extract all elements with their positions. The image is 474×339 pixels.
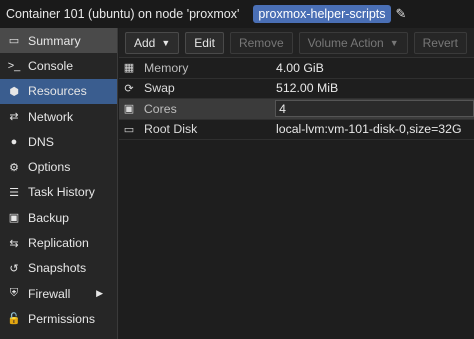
sidebar-item-network[interactable]: ⇄ Network xyxy=(0,104,117,129)
sidebar-item-resources[interactable]: ⬢ Resources xyxy=(0,78,117,104)
row-name: Root Disk xyxy=(144,122,198,137)
unlock-icon: 🔓 xyxy=(7,313,21,326)
sidebar-item-label: Console xyxy=(28,58,74,73)
revert-button[interactable]: Revert xyxy=(413,31,467,54)
table-row-memory[interactable]: ▦ Memory 4.00 GiB xyxy=(119,58,474,79)
volume-action-button[interactable]: Volume Action ▼ xyxy=(298,31,408,54)
sidebar-item-label: Summary xyxy=(28,33,81,48)
sidebar-item-label: Resources xyxy=(28,84,87,99)
row-name: Swap xyxy=(144,81,175,96)
sidebar-item-label: Task History xyxy=(28,185,95,200)
sidebar-item-label: Snapshots xyxy=(28,261,87,276)
list-icon: ☰ xyxy=(9,186,19,199)
globe-icon: ● xyxy=(10,135,18,148)
row-name: Cores xyxy=(143,101,177,116)
console-icon: >_ xyxy=(7,59,21,72)
sidebar-item-backup[interactable]: ▣ Backup xyxy=(0,205,117,230)
memory-icon: ▦ xyxy=(123,62,135,75)
sidebar-item-permissions[interactable]: 🔓 Permissions xyxy=(0,306,117,331)
table-row-swap[interactable]: ⟳ Swap 512.00 MiB xyxy=(119,79,474,99)
history-icon: ↺ xyxy=(9,262,19,275)
row-value: local-lvm:vm-101-disk-0,size=32G xyxy=(276,122,462,137)
sidebar-item-replication[interactable]: ⇆ Replication xyxy=(0,230,117,255)
volume-action-label: Volume Action xyxy=(307,35,384,50)
add-button[interactable]: Add ▼ xyxy=(125,31,180,54)
sidebar-item-label: DNS xyxy=(28,134,54,149)
refresh-icon: ⟳ xyxy=(124,82,134,95)
sidebar-item-label: Network xyxy=(28,109,74,124)
title-bar: Container 101 (ubuntu) on node 'proxmox'… xyxy=(0,0,474,28)
table-row-root-disk[interactable]: ▭ Root Disk local-lvm:vm-101-disk-0,size… xyxy=(119,120,474,140)
edit-button[interactable]: Edit xyxy=(185,31,224,54)
tag-badge[interactable]: proxmox-helper-scripts xyxy=(253,5,391,23)
row-value: 512.00 MiB xyxy=(276,81,339,96)
sidebar-item-label: Backup xyxy=(28,210,70,225)
network-icon: ⇄ xyxy=(9,111,19,124)
toolbar: Add ▼ Edit Remove Volume Action ▼ Revert xyxy=(119,28,474,58)
cube-icon: ⬢ xyxy=(9,85,19,98)
pencil-icon[interactable]: ✎ xyxy=(396,6,407,22)
summary-icon: ▭ xyxy=(8,35,20,48)
sidebar-item-task-history[interactable]: ☰ Task History xyxy=(0,180,117,205)
page-title: Container 101 (ubuntu) on node 'proxmox' xyxy=(6,7,240,21)
gear-icon: ⚙ xyxy=(9,161,19,174)
table-row-cores[interactable]: ▣ Cores 4 xyxy=(119,99,474,120)
remove-button[interactable]: Remove xyxy=(229,31,293,54)
sidebar-item-options[interactable]: ⚙ Options xyxy=(0,154,117,179)
row-name: Memory xyxy=(144,60,189,75)
cpu-icon: ▣ xyxy=(123,103,135,116)
save-icon: ▣ xyxy=(8,212,20,225)
add-button-label: Add xyxy=(134,35,156,50)
retweet-icon: ⇆ xyxy=(9,237,19,250)
cores-value-field[interactable]: 4 xyxy=(275,100,474,118)
sidebar-item-firewall[interactable]: ⛨ Firewall ▶ xyxy=(0,281,117,306)
caret-right-icon[interactable]: ▶ xyxy=(96,288,103,299)
sidebar: ▭ Summary >_ Console ⬢ Resources ⇄ Netwo… xyxy=(0,28,118,339)
chevron-down-icon: ▼ xyxy=(161,37,171,48)
sidebar-item-snapshots[interactable]: ↺ Snapshots xyxy=(0,256,117,281)
sidebar-item-label: Firewall xyxy=(28,286,71,301)
sidebar-item-label: Options xyxy=(28,160,71,175)
sidebar-item-summary[interactable]: ▭ Summary xyxy=(0,28,117,54)
row-value: 4 xyxy=(279,101,286,116)
shield-icon: ⛨ xyxy=(9,287,19,300)
resources-panel: Add ▼ Edit Remove Volume Action ▼ Revert… xyxy=(119,28,474,339)
sidebar-item-dns[interactable]: ● DNS xyxy=(0,129,117,154)
hdd-icon: ▭ xyxy=(123,123,135,136)
row-value: 4.00 GiB xyxy=(276,60,324,75)
chevron-down-icon: ▼ xyxy=(389,37,399,48)
sidebar-item-label: Replication xyxy=(28,236,89,251)
sidebar-item-console[interactable]: >_ Console xyxy=(0,53,117,78)
sidebar-item-label: Permissions xyxy=(28,311,95,326)
